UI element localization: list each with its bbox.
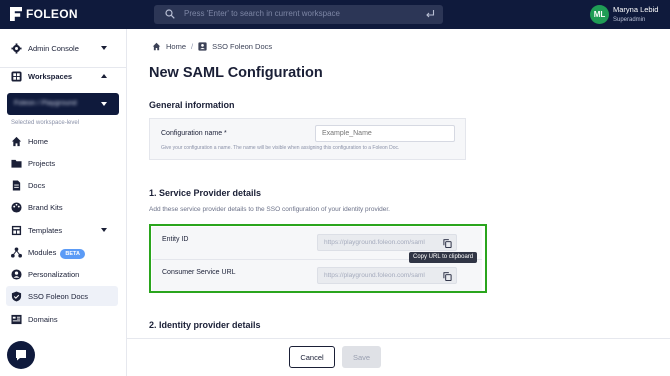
sidebar-item-label: Modules BETA <box>28 247 85 259</box>
sidebar-item-domains[interactable]: Domains <box>0 309 126 329</box>
save-button[interactable]: Save <box>342 346 381 368</box>
breadcrumb-home[interactable]: Home <box>166 42 186 51</box>
consumer-service-url-field[interactable]: https://playground.foleon.com/saml <box>317 267 457 284</box>
sidebar-item-home[interactable]: Home <box>0 131 126 151</box>
workspace-select[interactable]: Foleon / Playground <box>7 93 119 115</box>
sidebar-item-admin-console[interactable]: Admin Console <box>0 38 126 58</box>
home-icon <box>152 42 161 51</box>
breadcrumb-current: SSO Foleon Docs <box>212 42 273 51</box>
chevron-down-icon <box>101 228 107 232</box>
config-name-card: Configuration name * Give your configura… <box>149 118 466 160</box>
config-name-label: Configuration name * <box>161 130 227 137</box>
avatar[interactable]: ML <box>590 5 609 24</box>
template-icon <box>11 225 22 236</box>
sidebar-item-projects[interactable]: Projects <box>0 153 126 173</box>
consumer-service-url-label: Consumer Service URL <box>162 269 236 276</box>
service-provider-description: Add these service provider details to th… <box>149 206 390 213</box>
breadcrumb: Home / SSO Foleon Docs <box>152 42 272 51</box>
entity-id-label: Entity ID <box>162 236 189 243</box>
general-info-heading: General information <box>149 100 235 110</box>
sidebar-item-sso-foleon-docs[interactable]: SSO Foleon Docs <box>6 286 118 306</box>
logo-text: FOLEON <box>26 7 78 21</box>
config-name-input[interactable] <box>315 125 455 142</box>
person-card-icon <box>198 42 207 51</box>
entity-id-value: https://playground.foleon.com/saml <box>324 239 425 246</box>
consumer-service-url-value: https://playground.foleon.com/saml <box>324 272 425 279</box>
sidebar-item-label: Docs <box>28 180 46 190</box>
beta-badge: BETA <box>60 248 85 259</box>
copy-icon <box>442 238 452 248</box>
sidebar-item-modules[interactable]: Modules BETA <box>0 242 126 262</box>
domains-icon <box>11 314 22 325</box>
gear-icon <box>11 43 22 54</box>
shield-icon <box>11 291 22 302</box>
sidebar-item-label: Workspaces <box>28 71 73 81</box>
service-provider-heading: 1. Service Provider details <box>149 188 262 198</box>
search-input[interactable]: Press 'Enter' to search in current works… <box>184 9 340 18</box>
sidebar-item-personalization[interactable]: Personalization <box>0 264 126 284</box>
modules-label: Modules <box>28 247 57 257</box>
consumer-service-url-row: Consumer Service URL https://playground.… <box>152 259 482 291</box>
palette-icon <box>11 202 22 213</box>
search-bar[interactable]: Press 'Enter' to search in current works… <box>154 5 443 24</box>
sidebar: Admin Console Workspaces Foleon / Playgr… <box>0 29 127 376</box>
chat-icon <box>16 350 26 361</box>
sidebar-item-workspaces[interactable]: Workspaces <box>0 66 126 86</box>
footer-bar <box>127 338 670 376</box>
workspace-select-value: Foleon / Playground <box>14 100 77 107</box>
user-name[interactable]: Maryna Lebid <box>613 5 658 14</box>
config-name-help: Give your configuration a name. The name… <box>161 145 400 151</box>
sidebar-item-label: Home <box>28 136 49 146</box>
chat-button[interactable] <box>7 341 35 369</box>
modules-icon <box>11 247 22 258</box>
sidebar-item-label: Templates <box>28 225 63 235</box>
workspaces-icon <box>11 71 22 82</box>
chevron-down-icon <box>101 102 107 106</box>
sidebar-item-label: Projects <box>28 158 56 168</box>
home-icon <box>11 136 22 147</box>
search-icon <box>165 9 175 19</box>
top-bar: FOLEON Press 'Enter' to search in curren… <box>0 0 670 29</box>
chevron-up-icon <box>101 74 107 78</box>
sidebar-item-label: Personalization <box>28 269 80 279</box>
copy-tooltip: Copy URL to clipboard <box>409 252 478 263</box>
sidebar-item-label: Brand Kits <box>28 202 63 212</box>
logo-mark-icon <box>10 7 22 21</box>
enter-key-icon <box>426 10 435 18</box>
breadcrumb-separator: / <box>191 42 194 51</box>
cancel-button[interactable]: Cancel <box>289 346 335 368</box>
identity-provider-heading: 2. Identity provider details <box>149 320 261 330</box>
chevron-down-icon <box>101 46 107 50</box>
entity-id-field[interactable]: https://playground.foleon.com/saml <box>317 234 457 251</box>
folder-icon <box>11 159 22 168</box>
sidebar-item-label: SSO Foleon Docs <box>28 291 89 301</box>
sidebar-item-label: Domains <box>28 314 58 324</box>
sidebar-item-brand-kits[interactable]: Brand Kits <box>0 197 126 217</box>
person-icon <box>11 269 22 280</box>
sidebar-item-docs[interactable]: Docs <box>0 175 126 195</box>
page-title: New SAML Configuration <box>149 65 323 81</box>
doc-icon <box>12 180 21 191</box>
sidebar-item-label: Admin Console <box>28 43 79 53</box>
workspace-level-label: Selected workspace-level <box>11 120 80 126</box>
sidebar-item-templates[interactable]: Templates <box>0 220 126 240</box>
copy-consumer-url-button[interactable] <box>441 270 453 282</box>
foleon-logo[interactable]: FOLEON <box>10 7 78 21</box>
user-role: Superadmin <box>613 17 646 23</box>
copy-entity-id-button[interactable] <box>441 237 453 249</box>
copy-icon <box>442 271 452 281</box>
